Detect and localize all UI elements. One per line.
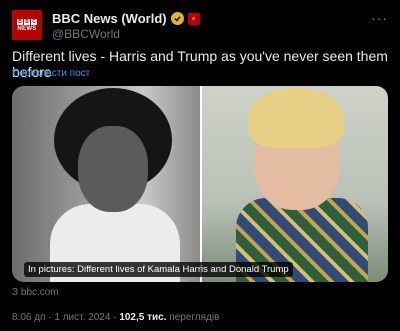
- translate-post-link[interactable]: Перекласти пост: [12, 68, 90, 79]
- card-domain[interactable]: З bbc.com: [12, 287, 59, 298]
- affiliate-badge-icon[interactable]: ≡: [187, 12, 200, 25]
- avatar[interactable]: B B C NEWS: [12, 10, 42, 40]
- link-card[interactable]: In pictures: Different lives of Kamala H…: [12, 86, 388, 282]
- post-metadata: 8:06 дп · 1 лист. 2024 · 102,5 тис. пере…: [12, 312, 219, 323]
- card-caption: In pictures: Different lives of Kamala H…: [24, 262, 293, 277]
- views-count: 102,5 тис.: [119, 312, 167, 323]
- author-row: BBC News (World) ≡: [52, 11, 200, 26]
- post-timestamp[interactable]: 8:06 дп · 1 лист. 2024 ·: [12, 312, 119, 323]
- more-options-icon[interactable]: ···: [371, 10, 388, 26]
- author-name[interactable]: BBC News (World): [52, 11, 167, 26]
- bbc-logo: B B C: [17, 18, 37, 25]
- post-header: B B C NEWS BBC News (World) ≡ @BBCWorld …: [12, 8, 388, 42]
- views-label: переглядів: [166, 312, 220, 323]
- author-handle[interactable]: @BBCWorld: [52, 27, 120, 41]
- avatar-news-label: NEWS: [17, 25, 37, 32]
- verified-badge-icon[interactable]: [170, 12, 184, 25]
